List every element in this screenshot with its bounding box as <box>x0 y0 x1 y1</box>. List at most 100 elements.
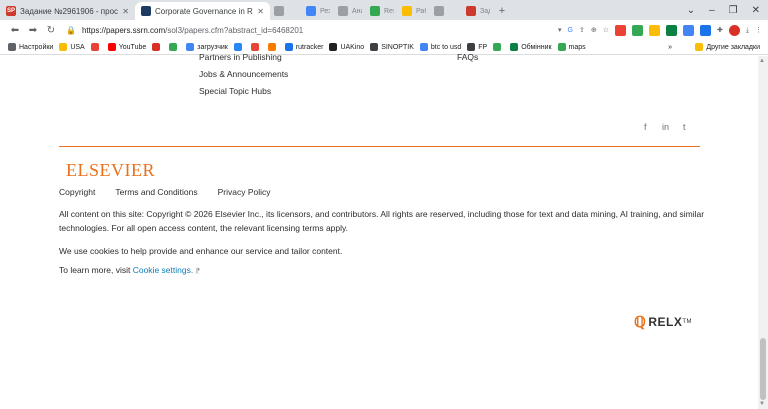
google-icon[interactable]: G <box>567 24 573 36</box>
minimize-icon[interactable]: – <box>709 5 715 16</box>
bookmark-label: USA <box>70 43 85 51</box>
cursor-icon: ⁋ <box>195 268 201 275</box>
bookmark-item[interactable]: загрузчик <box>186 43 228 51</box>
bookmark-item[interactable]: Обмінник <box>510 43 552 51</box>
zoom-icon[interactable]: ⊕ <box>590 24 597 36</box>
bookmark-item[interactable]: Настройки <box>8 43 53 51</box>
cookie-settings-link[interactable]: Cookie settings. <box>133 265 193 275</box>
bookmark-label: SINOPTIK <box>381 43 414 51</box>
tab-2[interactable] <box>270 2 302 20</box>
page-favicon-icon <box>434 6 444 16</box>
download-icon[interactable]: ⤓ <box>745 24 749 36</box>
scroll-down-icon[interactable]: ▼ <box>759 401 765 407</box>
bookmark-item[interactable]: UAKino <box>329 43 364 51</box>
other-bookmarks-label: Другие закладки <box>706 43 760 51</box>
new-tab-icon[interactable]: + <box>494 5 510 17</box>
other-bookmarks-folder[interactable]: Другие закладки <box>695 43 760 51</box>
footer-link-faqs[interactable]: FAQs <box>457 52 478 62</box>
close-tab-icon[interactable]: ✕ <box>118 7 129 16</box>
page-scrollbar[interactable]: ▲ ▼ <box>758 56 768 409</box>
bookmark-favicon-icon <box>284 43 293 51</box>
footer-link-jobs[interactable]: Jobs & Announcements <box>199 69 288 79</box>
bookmark-item[interactable]: btc to usd <box>419 43 461 51</box>
back-arrow-icon[interactable]: ⬅ <box>6 25 24 36</box>
tab-3[interactable]: Результ <box>302 2 334 20</box>
tab-6[interactable]: Работа <box>398 2 430 20</box>
bookmarks-bar: Настройки USA YouTube загрузчик rutracker UAK… <box>0 40 768 55</box>
bookmark-item[interactable]: YouTube <box>107 43 147 51</box>
tab-ssrn[interactable]: Corporate Governance in Russia: E ✕ <box>135 2 270 20</box>
bookmark-item[interactable] <box>169 43 180 51</box>
extension-icon[interactable] <box>683 24 695 36</box>
more-bookmarks-icon[interactable]: » <box>668 44 672 51</box>
extension-icon[interactable] <box>700 24 712 36</box>
bookmark-item[interactable] <box>152 43 163 51</box>
close-tab-icon[interactable]: ✕ <box>253 7 264 16</box>
close-window-icon[interactable]: ✕ <box>752 5 760 16</box>
bookmark-item[interactable]: USA <box>59 43 85 51</box>
elsevier-logo[interactable]: ELSEVIER <box>66 160 155 181</box>
bookmark-label: YouTube <box>118 43 147 51</box>
extension-icon[interactable] <box>615 24 627 36</box>
dropdown-icon[interactable]: ▾ <box>558 24 562 36</box>
bookmark-item[interactable] <box>250 43 262 51</box>
terms-link[interactable]: Terms and Conditions <box>115 187 197 197</box>
bookmark-favicon-icon <box>267 43 276 51</box>
bookmark-favicon-icon <box>152 43 161 51</box>
relx-logo[interactable]: ℚ RELX TM <box>634 313 692 331</box>
cookie-notice: We use cookies to help provide and enhan… <box>59 246 343 256</box>
privacy-link[interactable]: Privacy Policy <box>218 187 271 197</box>
tab-8[interactable]: Задани <box>462 2 494 20</box>
bookmark-item[interactable]: SINOPTIK <box>370 43 414 51</box>
avatar[interactable] <box>728 24 740 36</box>
tab-4[interactable]: Анализ <box>334 2 366 20</box>
footer-link-partners[interactable]: Partners in Publishing <box>199 52 282 62</box>
linkedin-icon[interactable]: in <box>662 122 669 132</box>
twitter-icon[interactable]: t <box>683 122 686 132</box>
copyright-link[interactable]: Copyright <box>59 187 95 197</box>
bookmark-item[interactable] <box>90 43 102 51</box>
bookmark-item[interactable] <box>493 43 504 51</box>
bookmark-item[interactable] <box>233 43 245 51</box>
forward-arrow-icon[interactable]: ➡ <box>24 25 42 36</box>
tab-title: Анализ <box>352 7 362 15</box>
bookmark-favicon-icon <box>8 43 16 51</box>
star-icon[interactable]: ☆ <box>602 24 610 36</box>
menu-icon[interactable]: ⋮ <box>755 24 762 36</box>
bookmark-label: Настройки <box>19 43 54 51</box>
tab-title: Работа <box>416 7 426 15</box>
facebook-icon[interactable]: f <box>644 122 647 132</box>
extensions-area: ▾ G ⇪ ⊕ ☆ ✚ ⤓ ⋮ <box>558 20 762 40</box>
scroll-up-icon[interactable]: ▲ <box>759 58 765 64</box>
bookmark-favicon-icon <box>59 43 68 51</box>
puzzle-icon[interactable]: ✚ <box>717 24 723 36</box>
extension-icon[interactable] <box>632 24 644 36</box>
ltc-extension-icon[interactable] <box>666 24 678 36</box>
reload-icon[interactable]: ↻ <box>42 25 60 36</box>
extension-icon[interactable] <box>649 24 661 36</box>
footer-divider <box>59 146 700 147</box>
lock-icon[interactable]: 🔒 <box>66 26 76 35</box>
share-icon[interactable]: ⇪ <box>578 24 585 36</box>
tab-bar: SP Задание №2961906 - просмотр з ✕ Corpo… <box>0 0 768 20</box>
footer-link-topic-hubs[interactable]: Special Topic Hubs <box>199 86 271 96</box>
bookmark-label: rutracker <box>295 43 324 51</box>
tab-5[interactable]: Result <box>366 2 398 20</box>
tab-7[interactable] <box>430 2 462 20</box>
bookmark-item[interactable] <box>267 43 279 51</box>
tab-search-icon[interactable]: ⌄ <box>687 5 695 16</box>
tab-title: Corporate Governance in Russia: E <box>155 6 253 16</box>
page-content: Partners in Publishing Jobs & Announceme… <box>0 52 758 409</box>
maximize-icon[interactable]: ❐ <box>729 5 738 16</box>
bookmark-item[interactable]: FP <box>467 43 487 51</box>
bookmark-favicon-icon <box>329 43 338 51</box>
scrollbar-thumb[interactable] <box>760 338 766 400</box>
tab-task[interactable]: SP Задание №2961906 - просмотр з ✕ <box>0 2 135 20</box>
bookmark-favicon-icon <box>557 43 566 51</box>
bookmark-item[interactable]: maps <box>557 43 586 51</box>
bookmark-item[interactable]: rutracker <box>284 43 324 51</box>
bookmark-favicon-icon <box>90 43 99 51</box>
tab-title: Задани <box>480 7 490 15</box>
relx-wordmark: RELX <box>648 315 683 329</box>
address-bar[interactable]: https://papers.ssrn.com/sol3/papers.cfm?… <box>82 26 303 35</box>
